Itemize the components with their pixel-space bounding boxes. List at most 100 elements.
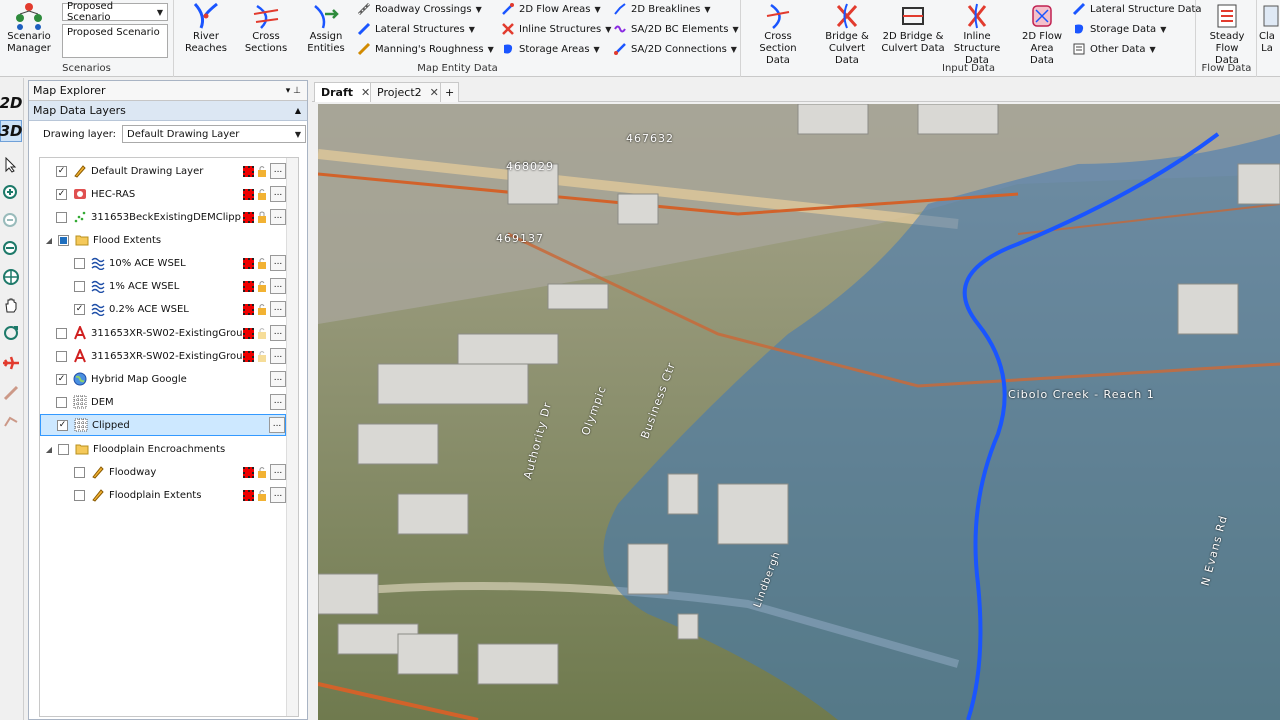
measure-tool-button[interactable]: [0, 382, 22, 404]
layer-row-selected[interactable]: ✓ Clipped ...: [40, 414, 286, 436]
mannings-roughness-button[interactable]: Manning's Roughness ▼: [357, 40, 494, 58]
fly-tool-button[interactable]: [0, 352, 22, 374]
color-swatch-icon[interactable]: [243, 489, 254, 501]
scenario-list-item[interactable]: Proposed Scenario: [67, 27, 160, 38]
layer-row[interactable]: ✓ HEC-RAS ...: [56, 183, 286, 205]
lock-icon[interactable]: [257, 350, 267, 362]
layer-options-button[interactable]: ...: [270, 186, 286, 202]
layer-checkbox[interactable]: ✓: [56, 373, 67, 385]
layer-checkbox[interactable]: [74, 257, 85, 269]
other-data-button[interactable]: Other Data ▼: [1072, 40, 1156, 58]
lock-icon[interactable]: [257, 327, 267, 339]
layer-checkbox[interactable]: [56, 211, 67, 223]
layer-checkbox[interactable]: [74, 489, 85, 501]
next-ribbon-button[interactable]: Cla La: [1259, 2, 1280, 55]
lock-icon[interactable]: [257, 257, 267, 269]
layer-row[interactable]: 10% ACE WSEL ...: [74, 252, 286, 274]
layer-group-row[interactable]: ◢ Flood Extents: [44, 229, 286, 251]
color-swatch-icon[interactable]: [243, 350, 254, 362]
layer-row[interactable]: 1% ACE WSEL ...: [74, 275, 286, 297]
layer-options-button[interactable]: ...: [270, 209, 286, 225]
view-2d-button[interactable]: 2D: [0, 92, 22, 114]
select-tool-button[interactable]: [0, 154, 22, 176]
color-swatch-icon[interactable]: [243, 188, 254, 200]
bridge-culvert-2d-button[interactable]: 2D Bridge & Culvert Data: [880, 2, 946, 55]
layer-checkbox[interactable]: [74, 466, 85, 478]
layer-row[interactable]: 311653XR-SW02-ExistingGrou ...: [56, 345, 286, 367]
layer-group-row[interactable]: ◢ Floodplain Encroachments: [44, 438, 286, 460]
inline-structure-data-button[interactable]: Inline Structure Data: [946, 2, 1008, 67]
close-icon[interactable]: ✕: [430, 86, 439, 99]
map-3d-view[interactable]: 467632 468029 469137 Cibolo Creek - Reac…: [318, 104, 1280, 720]
zoom-out-button[interactable]: [0, 210, 22, 232]
layer-options-button[interactable]: ...: [270, 371, 286, 387]
steady-flow-data-button[interactable]: Steady Flow Data: [1199, 2, 1255, 67]
layer-row[interactable]: Floodway ...: [74, 461, 286, 483]
rotate-tool-button[interactable]: [0, 322, 22, 344]
layer-options-button[interactable]: ...: [270, 163, 286, 179]
layer-options-button[interactable]: ...: [270, 278, 286, 294]
river-reaches-button[interactable]: River Reaches: [177, 2, 235, 55]
layer-options-button[interactable]: ...: [270, 325, 286, 341]
layer-row[interactable]: DEM ...: [56, 391, 286, 413]
layer-row[interactable]: Floodplain Extents ...: [74, 484, 286, 506]
color-swatch-icon[interactable]: [243, 165, 254, 177]
lock-icon[interactable]: [257, 489, 267, 501]
color-swatch-icon[interactable]: [243, 257, 254, 269]
connections-button[interactable]: SA/2D Connections ▼: [613, 40, 737, 58]
layer-checkbox[interactable]: [56, 396, 67, 408]
layer-options-button[interactable]: ...: [270, 394, 286, 410]
zoom-in-button[interactable]: [0, 182, 22, 204]
flow-area-data-2d-button[interactable]: 2D Flow Area Data: [1010, 2, 1074, 67]
color-swatch-icon[interactable]: [243, 280, 254, 292]
inline-structures-button[interactable]: Inline Structures ▼: [501, 20, 611, 38]
chevron-up-icon[interactable]: ▲: [295, 106, 301, 115]
layer-options-button[interactable]: ...: [270, 348, 286, 364]
expander-icon[interactable]: ◢: [44, 445, 54, 454]
lock-icon[interactable]: [257, 303, 267, 315]
profile-tool-button[interactable]: [0, 410, 22, 432]
layer-tree-scrollbar[interactable]: [286, 158, 298, 716]
layer-options-button[interactable]: ...: [269, 417, 285, 433]
bc-elements-button[interactable]: SA/2D BC Elements ▼: [613, 20, 739, 38]
layer-options-button[interactable]: ...: [270, 301, 286, 317]
lock-icon[interactable]: [257, 466, 267, 478]
map-data-layers-header[interactable]: Map Data Layers ▲: [29, 101, 307, 121]
roadway-crossings-button[interactable]: Roadway Crossings ▼: [357, 0, 482, 18]
pin-icon[interactable]: ▾ ⊥: [286, 86, 301, 96]
storage-areas-button[interactable]: Storage Areas ▼: [501, 40, 600, 58]
layer-checkbox[interactable]: ✓: [74, 303, 85, 315]
color-swatch-icon[interactable]: [243, 303, 254, 315]
layer-checkbox[interactable]: ✓: [56, 165, 67, 177]
lock-icon[interactable]: [257, 211, 267, 223]
tab-draft[interactable]: Draft ✕: [314, 82, 378, 102]
layer-checkbox[interactable]: [56, 350, 67, 362]
layer-checkbox[interactable]: [58, 443, 69, 455]
color-swatch-icon[interactable]: [243, 327, 254, 339]
storage-data-button[interactable]: Storage Data ▼: [1072, 20, 1166, 38]
layer-options-button[interactable]: ...: [270, 255, 286, 271]
tab-project2[interactable]: Project2 ✕: [370, 82, 446, 102]
color-swatch-icon[interactable]: [243, 211, 254, 223]
view-3d-button[interactable]: 3D: [0, 120, 22, 142]
layer-row[interactable]: 311653BeckExistingDEMClipp ...: [56, 206, 286, 228]
scenario-combo[interactable]: Proposed Scenario ▼: [62, 1, 168, 23]
layer-row[interactable]: ✓ Default Drawing Layer ...: [56, 160, 286, 182]
lateral-structure-data-button[interactable]: Lateral Structure Data: [1072, 0, 1202, 18]
lock-icon[interactable]: [257, 165, 267, 177]
lateral-structures-button[interactable]: Lateral Structures ▼: [357, 20, 475, 38]
scenario-manager-button[interactable]: Scenario Manager: [2, 2, 56, 55]
assign-entities-button[interactable]: Assign Entities: [297, 2, 355, 55]
layer-options-button[interactable]: ...: [270, 487, 286, 503]
breaklines-2d-button[interactable]: 2D Breaklines ▼: [613, 0, 710, 18]
layer-checkbox[interactable]: [56, 327, 67, 339]
close-icon[interactable]: ✕: [361, 86, 370, 99]
bridge-culvert-data-button[interactable]: Bridge & Culvert Data: [814, 2, 880, 67]
new-tab-button[interactable]: +: [440, 82, 460, 102]
layer-checkbox[interactable]: [58, 234, 69, 246]
layer-checkbox[interactable]: ✓: [57, 419, 68, 431]
layer-row[interactable]: ✓ 0.2% ACE WSEL ...: [74, 298, 286, 320]
cross-sections-button[interactable]: Cross Sections: [237, 2, 295, 55]
flow-areas-2d-button[interactable]: 2D Flow Areas ▼: [501, 0, 601, 18]
layer-row[interactable]: 311653XR-SW02-ExistingGrou ...: [56, 322, 286, 344]
